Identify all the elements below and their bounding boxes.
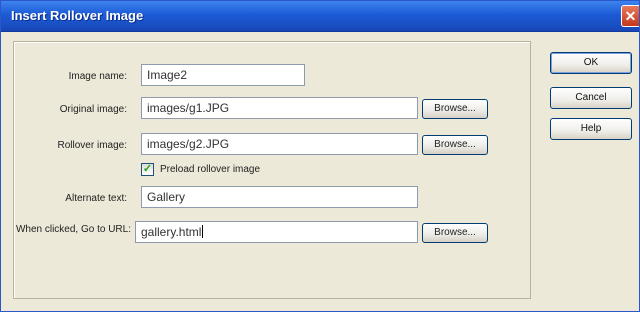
close-button[interactable]: ✕: [621, 5, 639, 27]
close-icon: ✕: [624, 8, 637, 24]
dialog-title: Insert Rollover Image: [11, 8, 144, 23]
image-name-label: Image name:: [68, 71, 127, 82]
image-name-value: Image2: [147, 68, 188, 82]
cancel-button[interactable]: Cancel: [550, 87, 632, 109]
rollover-image-browse-button[interactable]: Browse...: [422, 135, 488, 155]
preload-rollover-label[interactable]: Preload rollover image: [160, 164, 260, 175]
url-value: gallery.html: [141, 225, 202, 239]
checkmark-icon: ✓: [142, 163, 153, 175]
text-cursor: [202, 225, 204, 238]
rollover-image-value: images/g2.JPG: [147, 137, 230, 151]
url-label: When clicked, Go to URL:: [15, 224, 131, 235]
original-image-value: images/g1.JPG: [147, 101, 230, 115]
alternate-text-value: Gallery: [147, 190, 186, 204]
alternate-text-label: Alternate text:: [65, 193, 127, 204]
title-bar[interactable]: Insert Rollover Image ✕: [1, 1, 639, 32]
rollover-image-input[interactable]: images/g2.JPG: [141, 133, 418, 155]
original-image-browse-button[interactable]: Browse...: [422, 99, 488, 119]
help-button[interactable]: Help: [550, 118, 632, 140]
alternate-text-input[interactable]: Gallery: [141, 186, 418, 208]
original-image-label: Original image:: [59, 104, 127, 115]
preload-rollover-checkbox[interactable]: ✓: [141, 163, 154, 176]
url-input[interactable]: gallery.html: [135, 221, 418, 243]
rollover-image-label: Rollover image:: [57, 140, 127, 151]
ok-button[interactable]: OK: [550, 52, 632, 74]
image-name-input[interactable]: Image2: [141, 64, 305, 86]
insert-rollover-image-dialog: Insert Rollover Image ✕ Image name: Imag…: [0, 0, 640, 312]
url-browse-button[interactable]: Browse...: [422, 223, 488, 243]
original-image-input[interactable]: images/g1.JPG: [141, 97, 418, 119]
